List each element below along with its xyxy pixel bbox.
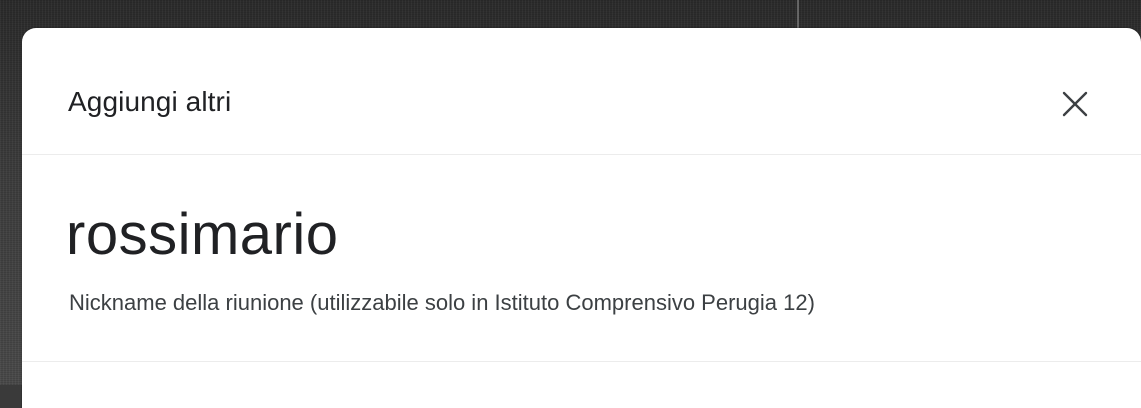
dialog-title: Aggiungi altri — [68, 86, 232, 117]
meeting-nickname: rossimario — [66, 202, 339, 267]
dialog-header: Aggiungi altri — [22, 28, 1141, 155]
close-button[interactable] — [1055, 84, 1095, 124]
dialog-body: rossimario Nickname della riunione (util… — [22, 155, 1141, 362]
add-others-dialog: Aggiungi altri rossimario Nickname della… — [22, 28, 1141, 408]
meeting-nickname-caption: Nickname della riunione (utilizzabile so… — [69, 290, 815, 315]
close-icon — [1062, 91, 1088, 117]
